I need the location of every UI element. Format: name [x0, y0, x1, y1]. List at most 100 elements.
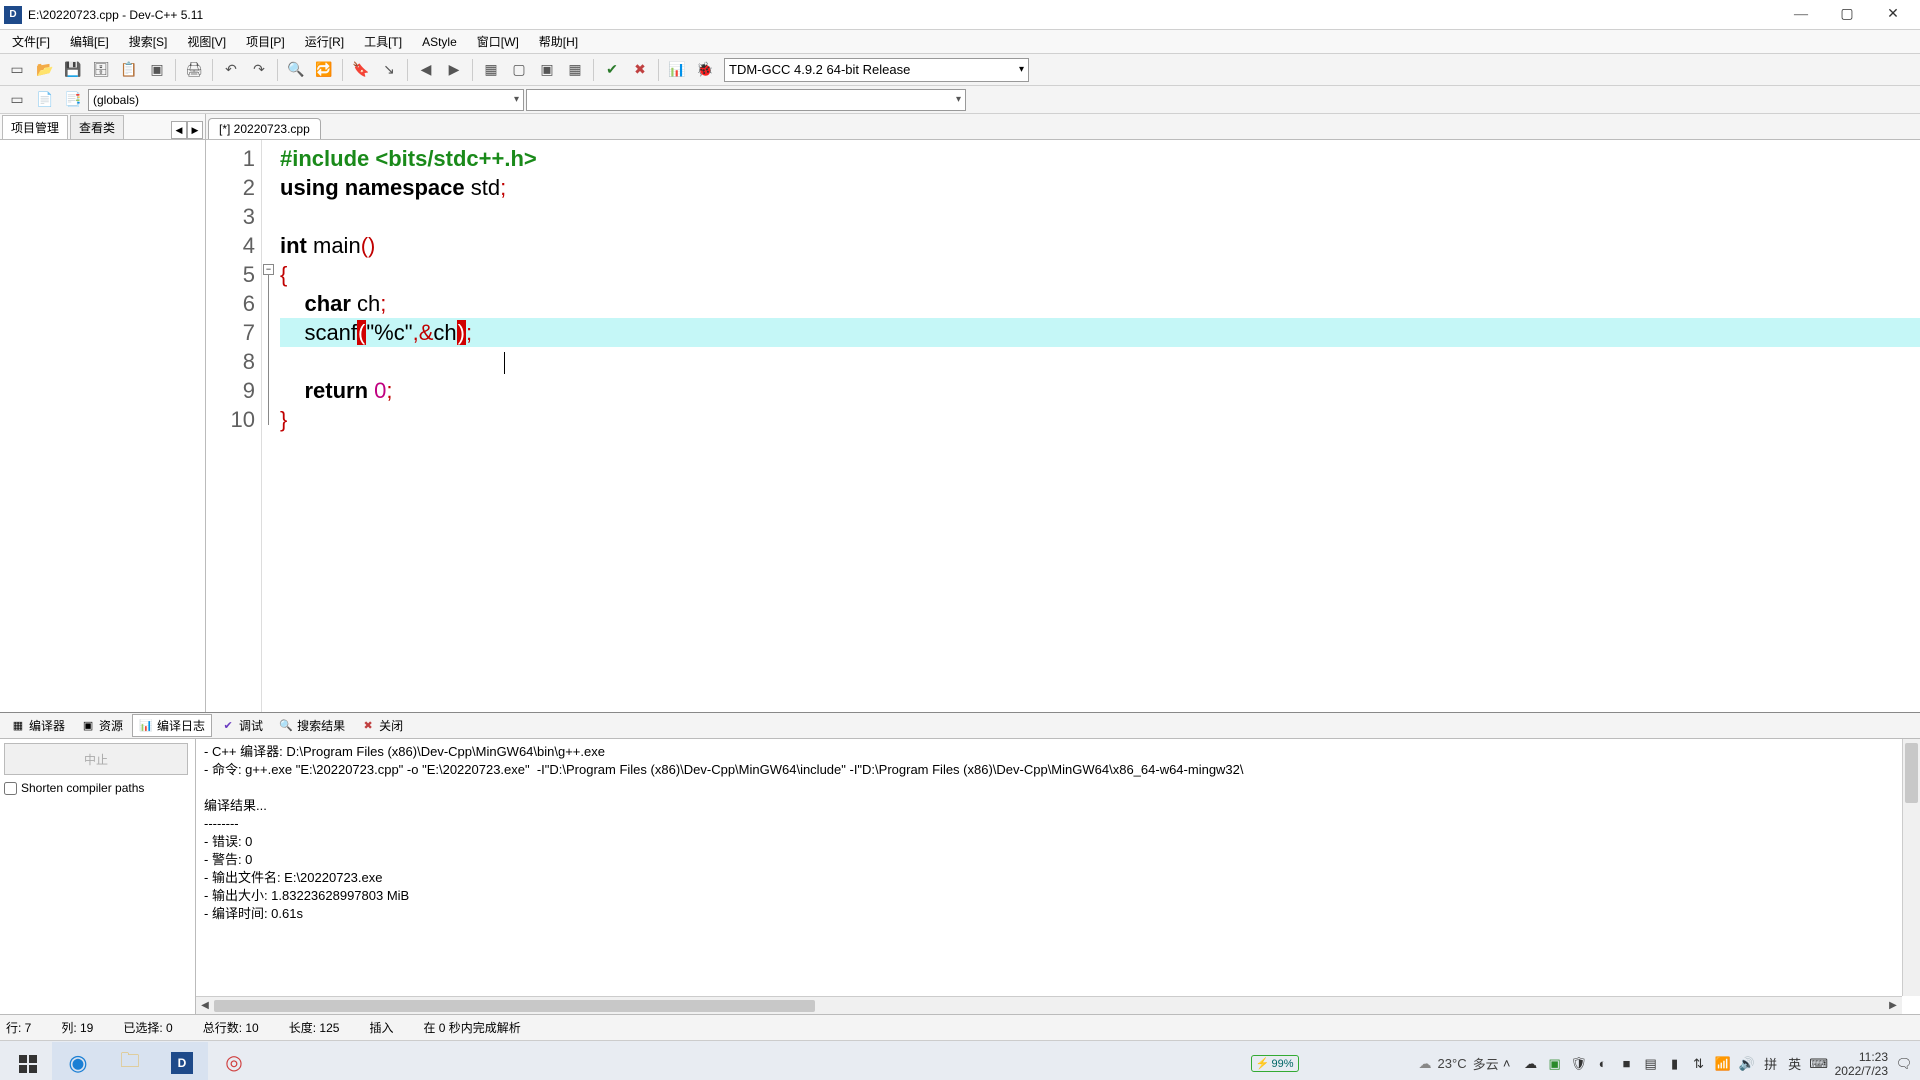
save-icon[interactable]: 💾 — [60, 57, 86, 83]
code-token: { — [280, 262, 287, 287]
close-file-icon[interactable]: ▣ — [144, 57, 170, 83]
scope-combo[interactable]: (globals) ▾ — [88, 89, 524, 111]
taskbar-app-edge[interactable]: ◉ — [52, 1042, 104, 1080]
tray-network-icon[interactable]: ⇅ — [1691, 1056, 1707, 1072]
open-file-icon[interactable]: 📂 — [32, 57, 58, 83]
toggle-icon[interactable]: 📑 — [60, 87, 86, 113]
tray-notifications-icon[interactable]: 🗨 — [1896, 1056, 1912, 1072]
menu-project[interactable]: 项目[P] — [238, 31, 293, 52]
compile-icon[interactable]: ▦ — [478, 57, 504, 83]
document-tab[interactable]: [*] 20220723.cpp — [208, 118, 321, 139]
stop-debug-icon[interactable]: ✖ — [627, 57, 653, 83]
tray-app3-icon[interactable]: ▤ — [1643, 1056, 1659, 1072]
taskbar-app-explorer[interactable]: 🗀 — [104, 1042, 156, 1080]
undo-icon[interactable]: ↶ — [218, 57, 244, 83]
close-button[interactable]: ✕ — [1870, 1, 1916, 29]
redo-icon[interactable]: ↷ — [246, 57, 272, 83]
code-body[interactable]: #include <bits/stdc++.h> using namespace… — [276, 140, 1920, 712]
tab-label: 调试 — [239, 717, 263, 734]
devcpp-icon: D — [171, 1052, 193, 1074]
start-button[interactable] — [4, 1044, 52, 1080]
weather-widget[interactable]: ☁ 23°C 多云 — [1419, 1054, 1499, 1073]
abort-button[interactable]: 中止 — [4, 743, 188, 775]
tray-security-icon[interactable]: 🛡 — [1571, 1056, 1587, 1072]
fold-column: − — [262, 140, 276, 712]
tab-compile-log[interactable]: 📊编译日志 — [132, 714, 212, 737]
tab-compiler[interactable]: ▦编译器 — [4, 714, 72, 737]
compile-run-icon[interactable]: ▣ — [534, 57, 560, 83]
tab-search-results[interactable]: 🔍搜索结果 — [272, 714, 352, 737]
profile-icon[interactable]: 📊 — [664, 57, 690, 83]
new-project-icon[interactable]: ▭ — [4, 87, 30, 113]
save-as-icon[interactable]: 📋 — [116, 57, 142, 83]
maximize-button[interactable]: ▢ — [1824, 1, 1870, 29]
tab-debug[interactable]: ✔调试 — [214, 714, 270, 737]
chevron-down-icon: ▾ — [956, 94, 961, 105]
delete-profile-icon[interactable]: 🐞 — [692, 57, 718, 83]
titlebar: D E:\20220723.cpp - Dev-C++ 5.11 — ▢ ✕ — [0, 0, 1920, 30]
tray-ime-lang[interactable]: 英 — [1787, 1056, 1803, 1072]
tray-app2-icon[interactable]: ■ — [1619, 1056, 1635, 1072]
menu-file[interactable]: 文件[F] — [4, 31, 58, 52]
tab-resource[interactable]: ▣资源 — [74, 714, 130, 737]
scroll-left-icon[interactable]: ◀ — [196, 1000, 214, 1011]
taskbar-app-other[interactable]: ◎ — [208, 1042, 260, 1080]
taskbar-app-devcpp[interactable]: D — [156, 1042, 208, 1080]
debug-icon[interactable]: ✔ — [599, 57, 625, 83]
sidebar-tab-project[interactable]: 项目管理 — [2, 115, 68, 139]
line-number: 5 — [206, 260, 255, 289]
menu-edit[interactable]: 编辑[E] — [62, 31, 117, 52]
find-icon[interactable]: 🔍 — [283, 57, 309, 83]
menu-run[interactable]: 运行[R] — [297, 31, 352, 52]
tray-keyboard-icon[interactable]: ⌨ — [1811, 1056, 1827, 1072]
scrollbar-track[interactable] — [214, 999, 1884, 1013]
minimize-button[interactable]: — — [1778, 1, 1824, 29]
scrollbar-thumb[interactable] — [214, 1000, 815, 1012]
rebuild-icon[interactable]: ▦ — [562, 57, 588, 83]
scroll-right-icon[interactable]: ▶ — [1884, 1000, 1902, 1011]
shorten-paths-checkbox[interactable] — [4, 782, 17, 795]
print-icon[interactable]: 🖨 — [181, 57, 207, 83]
function-combo[interactable]: ▾ — [526, 89, 966, 111]
tray-app1-icon[interactable]: ◐ — [1595, 1056, 1611, 1072]
tray-volume-icon[interactable]: 🔊 — [1739, 1056, 1755, 1072]
compile-output[interactable]: - C++ 编译器: D:\Program Files (x86)\Dev-Cp… — [196, 739, 1920, 1014]
menu-astyle[interactable]: AStyle — [414, 33, 465, 51]
menu-tools[interactable]: 工具[T] — [356, 31, 410, 52]
menu-view[interactable]: 视图[V] — [179, 31, 234, 52]
forward-icon[interactable]: ▶ — [441, 57, 467, 83]
battery-percent: 99% — [1272, 1058, 1294, 1070]
menu-search[interactable]: 搜索[S] — [121, 31, 176, 52]
insert-icon[interactable]: 📄 — [32, 87, 58, 113]
compiler-select[interactable]: TDM-GCC 4.9.2 64-bit Release ▾ — [724, 58, 1029, 82]
menu-help[interactable]: 帮助[H] — [531, 31, 586, 52]
plug-icon: ⚡ — [1256, 1057, 1270, 1070]
tray-battery-icon[interactable]: ▮ — [1667, 1056, 1683, 1072]
scrollbar-thumb[interactable] — [1905, 743, 1918, 803]
battery-indicator[interactable]: ⚡ 99% — [1251, 1055, 1299, 1072]
shorten-paths-option[interactable]: Shorten compiler paths — [4, 781, 191, 795]
horizontal-scrollbar[interactable]: ◀ ▶ — [196, 996, 1902, 1014]
tab-close[interactable]: ✖关闭 — [354, 714, 410, 737]
run-icon[interactable]: ▢ — [506, 57, 532, 83]
tray-onedrive-icon[interactable]: ☁ — [1523, 1056, 1539, 1072]
tray-ime-pinyin[interactable]: 拼 — [1763, 1056, 1779, 1072]
replace-icon[interactable]: 🔁 — [311, 57, 337, 83]
save-all-icon[interactable]: 🗄 — [88, 57, 114, 83]
sidebar-next-icon[interactable]: ▶ — [187, 121, 203, 139]
windows-taskbar: ◉ 🗀 D ◎ ⚡ 99% ☁ 23°C 多云 ˄ ☁ ▣ 🛡 ◐ ■ ▤ ▮ … — [0, 1040, 1920, 1080]
sidebar-tab-classes[interactable]: 查看类 — [70, 115, 124, 139]
code-editor[interactable]: 1 2 3 4 5 6 7 8 9 10 − #include <bits/st… — [206, 140, 1920, 712]
menu-window[interactable]: 窗口[W] — [469, 31, 527, 52]
fold-toggle-icon[interactable]: − — [263, 264, 274, 275]
goto-icon[interactable]: ↘ — [376, 57, 402, 83]
new-file-icon[interactable]: ▭ — [4, 57, 30, 83]
vertical-scrollbar[interactable] — [1902, 739, 1920, 996]
back-icon[interactable]: ◀ — [413, 57, 439, 83]
tray-wifi-icon[interactable]: 📶 — [1715, 1056, 1731, 1072]
sidebar-prev-icon[interactable]: ◀ — [171, 121, 187, 139]
bookmark-icon[interactable]: 🔖 — [348, 57, 374, 83]
tray-meet-icon[interactable]: ▣ — [1547, 1056, 1563, 1072]
tray-chevron-up-icon[interactable]: ˄ — [1499, 1056, 1515, 1072]
clock[interactable]: 11:23 2022/7/23 — [1835, 1050, 1888, 1078]
